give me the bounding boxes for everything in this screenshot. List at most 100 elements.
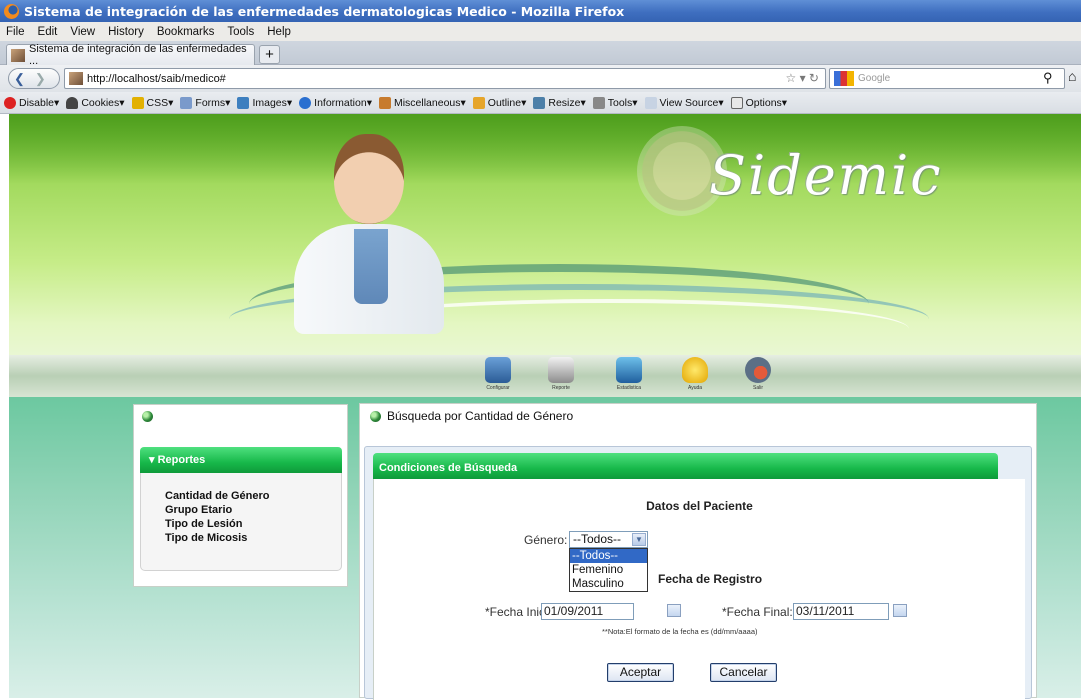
url-text: http://localhost/saib/medico# [87,72,226,85]
title-bullet-icon [370,410,381,422]
options-icon [730,96,743,109]
browser-tab[interactable]: Sistema de integración de las enfermedad… [6,43,255,67]
main-panel: Búsqueda por Cantidad de Género Condicio… [359,403,1037,700]
search-tab-frame: Condiciones de Búsqueda Datos del Pacien… [364,446,1032,700]
genero-select[interactable]: --Todos-- ▼ [569,531,648,548]
outline-icon [472,96,485,109]
reportes-list: Cantidad de Género Grupo Etario Tipo de … [140,473,342,571]
dev-miscellaneous[interactable]: Miscellaneous ▾ [378,96,466,109]
genero-selected-value: --Todos-- [573,532,622,546]
collapse-triangle-icon: ▾ [149,454,155,466]
dev-tools[interactable]: Tools ▾ [592,96,638,109]
sidebar-item-cantidad-genero[interactable]: Cantidad de Género [165,489,341,503]
salir-nav-button[interactable]: Salir [738,357,778,391]
calendar-icon[interactable] [667,604,681,617]
menu-edit[interactable]: Edit [38,26,58,38]
dev-view-source[interactable]: View Source ▾ [644,96,724,109]
dev-information[interactable]: Information ▾ [299,96,372,109]
fecha-final-label: *Fecha Final: [722,605,793,619]
star-reload-icon[interactable]: ☆ ▾ ↻ [785,71,819,85]
reporte-icon [548,357,574,383]
menu-help[interactable]: Help [267,26,291,38]
fecha-inicial-input[interactable]: 01/09/2011 [541,603,634,620]
dev-cookies[interactable]: Cookies ▾ [66,96,125,109]
forms-icon [180,96,193,109]
new-tab-button[interactable]: + [259,45,280,64]
fecha-registro-heading: Fecha de Registro [658,572,763,586]
main-title-row: Búsqueda por Cantidad de Género [370,409,573,423]
lightbulb-icon [682,357,708,383]
menu-history[interactable]: History [108,26,144,38]
back-arrow-icon[interactable]: ❮ [14,71,25,87]
site-banner: Sidemic [9,114,1081,361]
home-icon[interactable]: ⌂ [1068,68,1076,84]
favicon-icon [11,48,25,62]
web-developer-toolbar: Disable ▾ Cookies ▾ CSS ▾ Forms ▾ Images ▾ In… [0,92,1081,114]
sidebar-panel: ▾ Reportes Cantidad de Género Grupo Etar… [133,404,348,587]
tab-bar: Sistema de integración de las enfermedad… [0,41,1081,67]
back-forward-buttons[interactable]: ❮ ❯ [8,68,60,89]
genero-option-todos[interactable]: --Todos-- [570,549,647,563]
calendar-icon[interactable] [893,604,907,617]
sidebar-item-tipo-micosis[interactable]: Tipo de Micosis [165,531,341,545]
menu-tools[interactable]: Tools [227,26,254,38]
genero-label: Género: [524,533,568,547]
sidebar-bullet-icon [142,411,153,422]
genero-option-femenino[interactable]: Femenino [570,563,647,577]
dev-options[interactable]: Options ▾ [730,96,787,109]
reportes-title: Reportes [157,454,206,466]
search-input[interactable]: Google [829,68,1065,89]
cookies-icon [66,96,79,109]
images-icon [237,96,250,109]
reportes-header[interactable]: ▾ Reportes [140,447,342,473]
resize-icon [533,96,546,109]
aceptar-button[interactable]: Aceptar [607,663,674,682]
google-icon[interactable] [834,71,854,86]
tools-icon [592,96,605,109]
cancelar-button[interactable]: Cancelar [710,663,777,682]
miscellaneous-icon [378,96,391,109]
forward-arrow-icon[interactable]: ❯ [35,71,46,87]
tab-condiciones-busqueda[interactable]: Condiciones de Búsqueda [373,453,998,479]
dev-forms[interactable]: Forms ▾ [180,96,230,109]
view-source-icon [644,96,657,109]
window-titlebar: Sistema de integración de las enfermedad… [0,0,1081,22]
doctor-image-shirt [354,229,388,304]
datos-paciente-heading: Datos del Paciente [646,499,753,513]
information-icon [299,96,312,109]
menu-view[interactable]: View [70,26,95,38]
genero-option-masculino[interactable]: Masculino [570,577,647,591]
chevron-down-icon[interactable]: ▼ [632,533,646,546]
sidebar-item-grupo-etario[interactable]: Grupo Etario [165,503,341,517]
dev-outline[interactable]: Outline ▾ [472,96,526,109]
dev-images[interactable]: Images ▾ [237,96,292,109]
search-magnifier-icon[interactable]: ⚲ [1043,70,1053,86]
url-bar[interactable]: http://localhost/saib/medico# ☆ ▾ ↻ [64,68,826,89]
dev-css[interactable]: CSS ▾ [131,96,173,109]
disable-icon [4,96,16,109]
dev-resize[interactable]: Resize ▾ [533,96,586,109]
site-nav-icons: Configurar Reporte Estadistica Ayuda Sal… [9,355,1081,397]
genero-dropdown-list: --Todos-- Femenino Masculino [569,548,648,592]
window-title: Sistema de integración de las enfermedad… [24,3,625,19]
site-favicon-icon [69,72,83,85]
menu-file[interactable]: File [6,26,25,38]
date-format-note: **Nota:El formato de la fecha es (dd/mm/… [602,627,758,636]
ayuda-nav-button[interactable]: Ayuda [675,357,715,391]
page-title: Búsqueda por Cantidad de Género [387,409,574,423]
navigation-bar: ❮ ❯ http://localhost/saib/medico# ☆ ▾ ↻ … [0,65,1081,92]
fecha-final-input[interactable]: 03/11/2011 [793,603,889,620]
site-logo: Sidemic [709,144,943,207]
configurar-nav-button[interactable]: Configurar [478,357,518,391]
estadistica-nav-button[interactable]: Estadistica [609,357,649,391]
search-placeholder: Google [858,73,891,84]
search-form: Datos del Paciente Género: --Todos-- ▼ -… [373,479,1025,700]
exit-icon [745,357,771,383]
dev-disable[interactable]: Disable ▾ [4,96,59,109]
firefox-logo-icon [4,3,19,19]
menu-bookmarks[interactable]: Bookmarks [157,26,215,38]
css-icon [131,96,144,109]
menu-bar: File Edit View History Bookmarks Tools H… [0,22,1081,41]
reporte-nav-button[interactable]: Reporte [541,357,581,391]
sidebar-item-tipo-lesion[interactable]: Tipo de Lesión [165,517,341,531]
